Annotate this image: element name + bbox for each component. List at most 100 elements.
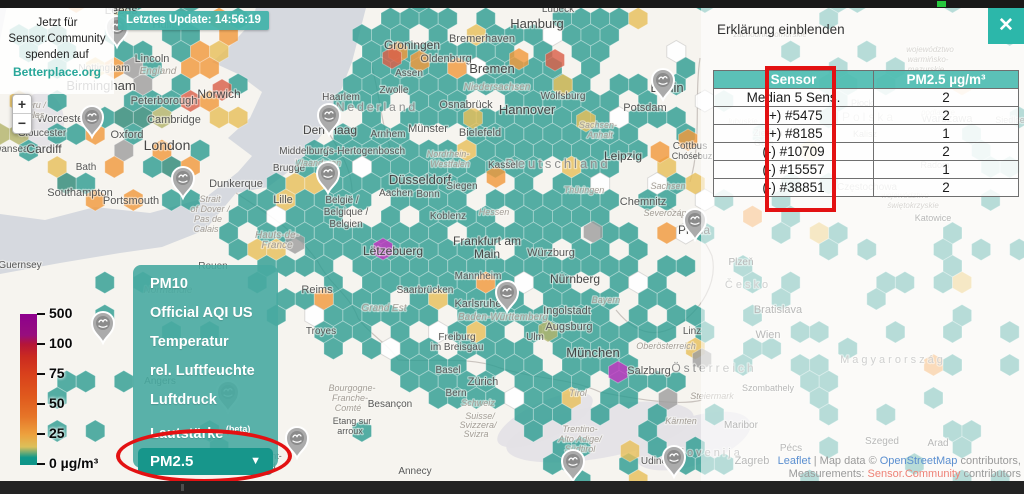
sensor-hex-gray[interactable] bbox=[659, 388, 678, 410]
sensor-hex-teal[interactable] bbox=[543, 453, 562, 475]
legend-tick-label: 75 bbox=[49, 365, 65, 381]
sensor-hex-teal[interactable] bbox=[276, 255, 295, 277]
sensor-community-link[interactable]: Sensor.Community bbox=[868, 468, 961, 480]
map-label: Düsseldorf bbox=[389, 172, 452, 187]
sensor-hex-orange[interactable] bbox=[657, 222, 676, 244]
sensor-hex-teal[interactable] bbox=[229, 239, 248, 261]
map-label: Tirol bbox=[569, 388, 587, 398]
layer-option-rel-luftfeuchte[interactable]: rel. Luftfeuchte bbox=[133, 357, 278, 386]
attribution-separator: | bbox=[811, 455, 820, 467]
explanation-toggle[interactable]: Erklärung einblenden bbox=[717, 22, 845, 37]
map-label: Middelburg bbox=[279, 146, 328, 157]
map-label: Reims bbox=[301, 284, 333, 296]
map-label: Schweiz bbox=[461, 398, 495, 408]
sensor-hex-teal[interactable] bbox=[553, 404, 572, 426]
betterplace-link[interactable]: Betterplace.org bbox=[13, 65, 101, 79]
map-label: Augsburg bbox=[545, 321, 592, 333]
sensor-hex-orange[interactable] bbox=[651, 141, 670, 163]
map-label: München bbox=[566, 345, 619, 360]
donation-line2: Sensor.Community bbox=[8, 33, 105, 45]
zoom-in-button[interactable]: + bbox=[13, 95, 31, 114]
donation-line1: Jetzt für bbox=[37, 17, 78, 29]
map-label: Niedersachsen bbox=[464, 82, 531, 93]
attribution-measurements: Measurements: bbox=[789, 468, 868, 480]
sensor-hex-teal[interactable] bbox=[657, 321, 676, 343]
sensor-hex-magenta[interactable] bbox=[609, 361, 628, 383]
sensor-hex-orange[interactable] bbox=[105, 156, 124, 178]
sensor-hex-teal[interactable] bbox=[143, 156, 162, 178]
value-cell: 2 bbox=[874, 143, 1019, 161]
map-label: Thüringen bbox=[564, 185, 605, 195]
map-label: Basel bbox=[435, 365, 460, 376]
value-cell: 2 bbox=[874, 107, 1019, 125]
map-label: 's-Hertogenbosch bbox=[327, 146, 405, 157]
map-label: im Breisgau bbox=[431, 342, 484, 353]
map-label: Westfalen bbox=[430, 159, 470, 169]
map-label: Anhalt bbox=[586, 130, 613, 140]
close-panel-button[interactable]: ✕ bbox=[988, 8, 1024, 44]
zoom-out-button[interactable]: − bbox=[13, 114, 31, 133]
sensor-hex-gray[interactable] bbox=[584, 221, 603, 243]
donation-line3: spenden auf bbox=[25, 49, 88, 61]
sensor-hex-teal[interactable] bbox=[638, 321, 657, 343]
sensor-hex-orange[interactable] bbox=[200, 57, 219, 79]
map-label: Ingolstadt bbox=[543, 305, 591, 317]
layer-option-luftdruck[interactable]: Luftdruck bbox=[133, 386, 278, 415]
attribution-mapdata: Map data © bbox=[820, 455, 880, 467]
map-label: Trentino- bbox=[562, 424, 597, 434]
map-label: Peterborough bbox=[131, 95, 198, 107]
map-label: Siegen bbox=[446, 181, 477, 192]
table-row: Median 5 Sens.2 bbox=[714, 89, 1019, 107]
layer-option-temperatur[interactable]: Temperatur bbox=[133, 328, 278, 357]
sensor-hex-teal[interactable] bbox=[524, 420, 543, 442]
sensor-hex-yellow[interactable] bbox=[229, 107, 248, 129]
legend-gradient-bar bbox=[20, 314, 37, 465]
map-label: Main bbox=[474, 247, 500, 261]
map-zoom-control: + − bbox=[12, 94, 32, 134]
map-label: Salzburg bbox=[627, 365, 670, 377]
annotation-red-ellipse bbox=[116, 429, 292, 483]
layer-option-pm10[interactable]: PM10 bbox=[133, 270, 278, 299]
map-label: Linz bbox=[683, 326, 701, 337]
sensor-hex-yellow[interactable] bbox=[210, 107, 229, 129]
sensor-hex-yellow[interactable] bbox=[629, 8, 648, 30]
map-label: Svizra bbox=[463, 429, 488, 439]
map-label: Comté bbox=[335, 403, 362, 413]
map-label: Frankfurt am bbox=[453, 234, 521, 248]
leaflet-link[interactable]: Leaflet bbox=[778, 455, 811, 467]
map-label: Etang sur bbox=[333, 416, 372, 426]
sensor-hex-teal[interactable] bbox=[362, 338, 381, 360]
sensor-hex-teal[interactable] bbox=[591, 404, 610, 426]
sensor-hex-teal[interactable] bbox=[67, 123, 86, 145]
value-cell: 1 bbox=[874, 125, 1019, 143]
layer-option-official-aqi-us[interactable]: Official AQI US bbox=[133, 299, 278, 328]
map-label: Besançon bbox=[368, 399, 412, 410]
map-label: Groningen bbox=[384, 38, 440, 52]
sensor-hex-teal[interactable] bbox=[676, 255, 695, 277]
last-update-badge: Letztes Update: 14:56:19 bbox=[118, 11, 269, 30]
map-label: België / bbox=[325, 195, 359, 206]
sensor-hex-red[interactable] bbox=[546, 49, 565, 71]
osm-link[interactable]: OpenStreetMap bbox=[880, 455, 958, 467]
legend-tick-label: 500 bbox=[49, 305, 72, 321]
sensor-hex-teal[interactable] bbox=[324, 338, 343, 360]
map-label: England bbox=[140, 66, 177, 77]
map-label: Grand Est bbox=[361, 303, 407, 314]
map-label: Lëtzebuerg bbox=[363, 244, 423, 258]
map-label: arroux bbox=[337, 426, 363, 436]
sensor-hex-teal[interactable] bbox=[400, 371, 419, 393]
browser-chrome-bottom-bar bbox=[0, 481, 1024, 494]
sensor-hex-yellow[interactable] bbox=[621, 440, 640, 462]
sensor-hex-teal[interactable] bbox=[95, 272, 114, 294]
map-label: Guernsey bbox=[0, 260, 42, 271]
map-label: Kassel bbox=[488, 160, 518, 171]
chrome-accent-square bbox=[937, 1, 946, 7]
legend-tick bbox=[37, 373, 45, 375]
map-label: Hamburg bbox=[510, 16, 563, 31]
map-label: Assen bbox=[395, 68, 423, 79]
legend-tick bbox=[37, 343, 45, 345]
sensor-hex-teal[interactable] bbox=[295, 255, 314, 277]
sensor-hex-teal[interactable] bbox=[619, 387, 638, 409]
table-header-value: PM2.5 µg/m³ bbox=[874, 71, 1019, 89]
map-label: Potsdam bbox=[623, 102, 666, 114]
